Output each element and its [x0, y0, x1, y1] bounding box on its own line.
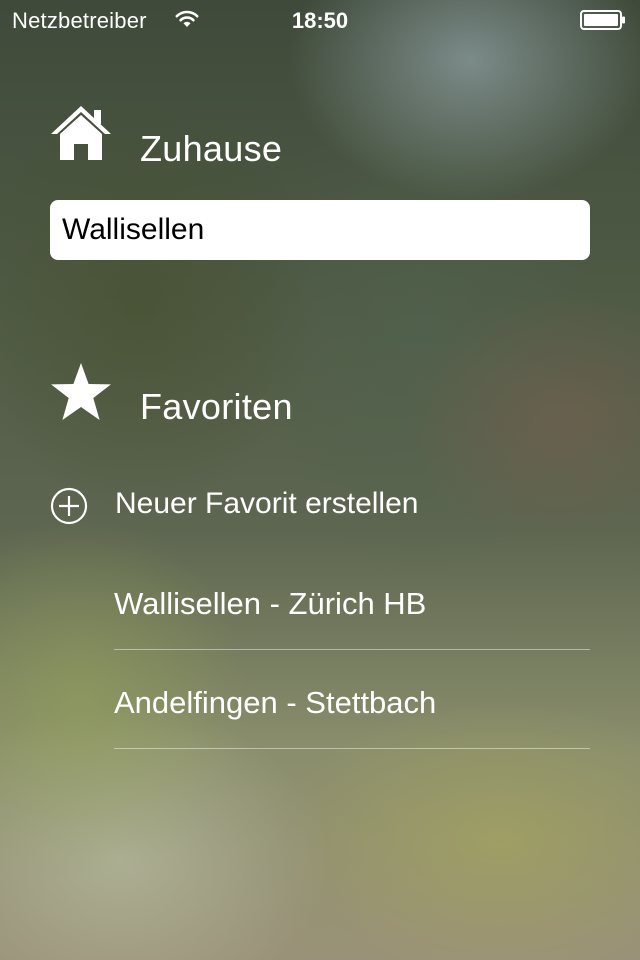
plus-circle-icon[interactable]: [50, 487, 88, 525]
clock: 18:50: [291, 8, 349, 33]
favorite-item[interactable]: Wallisellen - Zürich HB: [114, 552, 590, 650]
home-section-header: Zuhause: [50, 104, 350, 174]
favorite-item[interactable]: Andelfingen - Stettbach: [114, 651, 590, 749]
star-icon: [51, 363, 111, 420]
favorite-item-label: Wallisellen - Zürich HB: [114, 586, 427, 621]
add-favorite-button[interactable]: Neuer Favorit erstellen: [50, 480, 590, 532]
house-icon: [51, 106, 111, 160]
home-location-input[interactable]: [50, 200, 590, 260]
battery-icon: [580, 10, 625, 30]
add-favorite-label: Neuer Favorit erstellen: [115, 487, 419, 520]
favorites-title: Favoriten: [140, 386, 293, 427]
status-bar: Netzbetreiber 18:50: [0, 0, 640, 40]
favorite-item-label: Andelfingen - Stettbach: [114, 685, 437, 720]
favorites-section-header: Favoriten: [50, 362, 350, 432]
home-title: Zuhause: [140, 128, 283, 169]
